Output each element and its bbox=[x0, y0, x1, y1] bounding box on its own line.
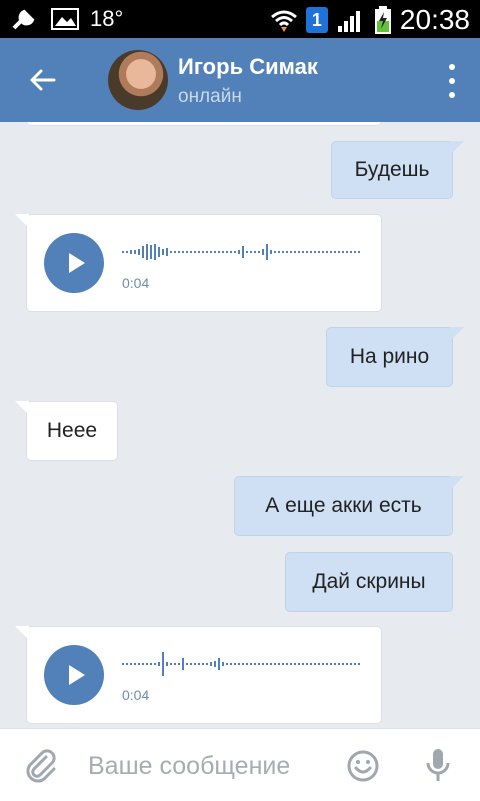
bubble-tail bbox=[450, 327, 464, 341]
voice-duration: 0:04 bbox=[122, 275, 150, 291]
message-in[interactable]: Неее bbox=[15, 401, 118, 461]
play-button[interactable] bbox=[44, 233, 104, 293]
sim-badge: 1 bbox=[305, 7, 328, 33]
bubble-tail bbox=[450, 476, 464, 490]
temperature: 18° bbox=[90, 6, 124, 31]
image-icon bbox=[51, 8, 79, 30]
menu-dot bbox=[449, 78, 455, 84]
message-in-partial[interactable] bbox=[26, 122, 382, 126]
message-text: На рино bbox=[349, 345, 430, 368]
play-icon bbox=[68, 665, 85, 685]
bubble-tail bbox=[15, 401, 29, 415]
wrench-icon bbox=[12, 9, 35, 30]
smile-icon[interactable] bbox=[346, 749, 380, 783]
status-right: 1 20:38 bbox=[270, 4, 470, 36]
chat-header: Игорь Симак онлайн bbox=[0, 38, 480, 122]
menu-dot bbox=[449, 92, 455, 98]
bubble-tail bbox=[450, 141, 464, 155]
voice-duration: 0:04 bbox=[122, 687, 150, 703]
waveform[interactable] bbox=[122, 235, 362, 269]
message-list[interactable]: Будешь 0:04 На рино Неее А еще акки есть… bbox=[0, 122, 480, 728]
composer bbox=[0, 728, 480, 801]
waveform[interactable] bbox=[122, 647, 362, 681]
message-out[interactable]: На рино bbox=[326, 327, 464, 387]
message-out[interactable]: Дай скрины bbox=[285, 552, 453, 612]
message-text: Неее bbox=[46, 419, 98, 442]
more-icon[interactable] bbox=[442, 64, 462, 98]
status-bar: 18° 1 20:38 bbox=[0, 0, 480, 38]
message-text: Будешь bbox=[354, 158, 430, 181]
contact-name[interactable]: Игорь Симак bbox=[178, 54, 318, 80]
wifi-icon bbox=[270, 10, 297, 32]
status-left: 18° bbox=[10, 6, 123, 32]
bubble-tail bbox=[15, 626, 29, 640]
voice-message[interactable]: 0:04 bbox=[15, 214, 382, 312]
back-button[interactable] bbox=[22, 60, 62, 100]
message-out[interactable]: А еще акки есть bbox=[234, 476, 464, 536]
message-text: А еще акки есть bbox=[265, 494, 422, 517]
paperclip-icon[interactable] bbox=[24, 749, 58, 783]
play-button[interactable] bbox=[44, 645, 104, 705]
avatar[interactable] bbox=[108, 50, 168, 110]
message-out[interactable]: Будешь bbox=[331, 141, 464, 199]
bubble-tail bbox=[15, 214, 29, 228]
back-arrow-icon bbox=[30, 69, 56, 91]
signal-icon bbox=[337, 11, 360, 32]
mic-icon[interactable] bbox=[424, 747, 452, 785]
message-text: Дай скрины bbox=[312, 570, 426, 593]
clock: 20:38 bbox=[399, 4, 470, 35]
menu-dot bbox=[449, 64, 455, 70]
play-icon bbox=[68, 253, 85, 273]
voice-message[interactable]: 0:04 bbox=[15, 626, 382, 724]
battery-icon bbox=[374, 6, 391, 34]
message-input[interactable] bbox=[86, 747, 330, 785]
contact-status: онлайн bbox=[178, 86, 242, 107]
